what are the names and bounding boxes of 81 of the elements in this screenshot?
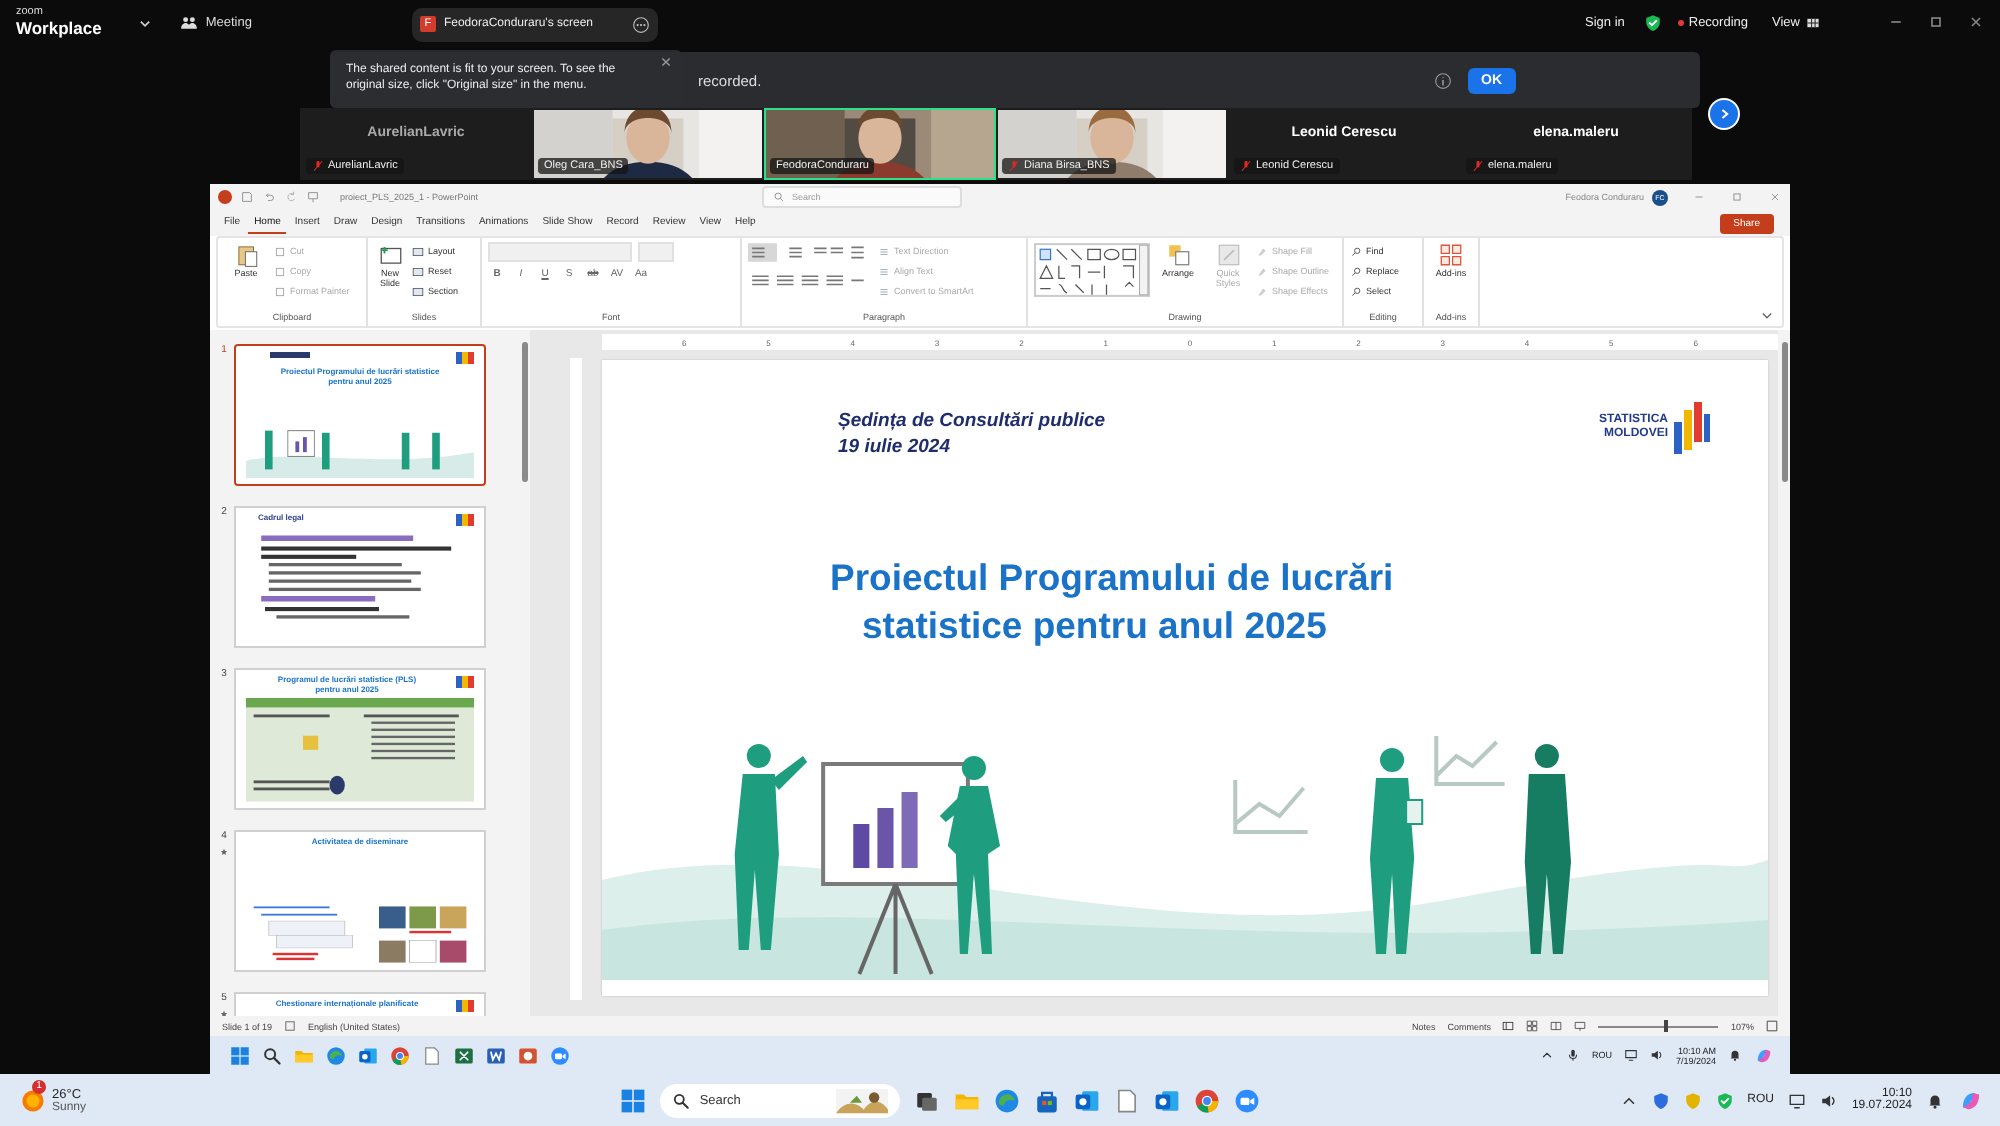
logo-icon xyxy=(456,514,474,526)
chevron-down-icon[interactable] xyxy=(137,15,152,29)
search-icon[interactable] xyxy=(262,1045,282,1065)
people-icon xyxy=(179,13,198,31)
shield-icon[interactable] xyxy=(1715,1091,1734,1109)
bell-icon[interactable] xyxy=(1728,1048,1742,1062)
mail-app-icon[interactable] xyxy=(358,1045,378,1065)
command-icon xyxy=(878,285,890,297)
command-icon xyxy=(878,245,890,257)
spelling-check-icon[interactable] xyxy=(284,1020,297,1032)
task-view-icon[interactable] xyxy=(913,1087,940,1113)
logo-icon xyxy=(456,676,474,688)
browser-icon[interactable] xyxy=(993,1087,1020,1113)
speaker-icon[interactable] xyxy=(1649,1048,1664,1062)
search-icon xyxy=(772,190,787,204)
slide-title: Proiectul Programului de lucrări xyxy=(830,553,1396,602)
browser-icon[interactable] xyxy=(390,1045,410,1065)
undo-icon[interactable] xyxy=(262,190,276,204)
normal-view-icon[interactable] xyxy=(1502,1020,1515,1032)
arrange-icon xyxy=(1165,242,1191,268)
edit-command-icon xyxy=(1350,285,1362,297)
font-size-field[interactable] xyxy=(638,242,674,262)
video-call-icon[interactable] xyxy=(1233,1087,1260,1113)
close-icon[interactable] xyxy=(660,56,672,68)
search-icon xyxy=(671,1091,690,1109)
speaker-icon[interactable] xyxy=(1819,1091,1838,1109)
styles-icon xyxy=(1215,242,1241,268)
close-icon[interactable] xyxy=(1768,190,1782,204)
grid-icon xyxy=(1438,242,1464,268)
bars-logo-icon xyxy=(1672,398,1712,459)
presentation-app-icon[interactable] xyxy=(518,1045,538,1065)
reading-view-icon[interactable] xyxy=(1550,1020,1563,1032)
close-icon[interactable] xyxy=(1968,14,1984,30)
new-slide-icon xyxy=(377,242,403,268)
edit-command-icon xyxy=(1350,245,1362,257)
monitor-icon[interactable] xyxy=(1787,1091,1806,1109)
more-icon[interactable] xyxy=(631,15,650,33)
spreadsheet-app-icon[interactable] xyxy=(454,1045,474,1065)
chevron-right-icon xyxy=(1716,106,1732,122)
slide-title: statistice pentru anul 2025 xyxy=(860,601,1329,650)
slide-heading: Ședința de Consultări publice xyxy=(838,408,1106,435)
monitor-icon[interactable] xyxy=(1623,1048,1638,1062)
heading-line xyxy=(270,352,310,358)
fit-to-window-icon[interactable] xyxy=(1766,1020,1778,1032)
document-icon[interactable] xyxy=(422,1045,442,1065)
document-icon[interactable] xyxy=(1113,1087,1140,1113)
grid-icon xyxy=(1806,15,1820,29)
restore-icon[interactable] xyxy=(1928,14,1944,30)
bell-icon[interactable] xyxy=(1926,1091,1944,1109)
mail-app-icon[interactable] xyxy=(1153,1087,1180,1113)
slideshow-icon[interactable] xyxy=(1574,1020,1587,1032)
brand-name: Workplace xyxy=(16,19,102,36)
logo-icon xyxy=(456,352,474,364)
save-icon[interactable] xyxy=(240,190,254,204)
shapes-gallery[interactable] xyxy=(1034,242,1150,298)
font-name-field[interactable] xyxy=(488,242,632,262)
info-icon[interactable] xyxy=(1433,71,1451,89)
mail-app-icon[interactable] xyxy=(1073,1087,1100,1113)
chevron-down-icon[interactable] xyxy=(1760,308,1774,322)
next-page-button[interactable] xyxy=(1708,98,1740,130)
security-shield-icon[interactable] xyxy=(1644,13,1663,31)
video-call-icon[interactable] xyxy=(550,1045,570,1065)
clipboard-icon xyxy=(233,242,259,268)
logo-icon xyxy=(456,1000,474,1012)
slide-date: 19 iulie 2024 xyxy=(838,434,952,462)
scrollbar[interactable] xyxy=(1778,330,1790,1016)
chevron-up-icon[interactable] xyxy=(1539,1048,1554,1062)
weather-sun-icon[interactable] xyxy=(20,1087,46,1113)
slider-thumb[interactable] xyxy=(1664,1020,1669,1032)
word-processor-icon[interactable] xyxy=(486,1045,506,1065)
command-icon xyxy=(878,265,890,277)
grid-view-icon[interactable] xyxy=(1526,1020,1539,1032)
edit-command-icon xyxy=(1350,265,1362,277)
microphone-icon[interactable] xyxy=(1565,1048,1580,1062)
start-icon[interactable] xyxy=(619,1087,646,1113)
start-icon[interactable] xyxy=(230,1045,250,1065)
browser-icon[interactable] xyxy=(326,1045,346,1065)
store-icon[interactable] xyxy=(1033,1087,1060,1113)
recording-dot-icon xyxy=(1678,19,1685,25)
browser-icon[interactable] xyxy=(1193,1087,1220,1113)
present-icon[interactable] xyxy=(306,190,320,204)
